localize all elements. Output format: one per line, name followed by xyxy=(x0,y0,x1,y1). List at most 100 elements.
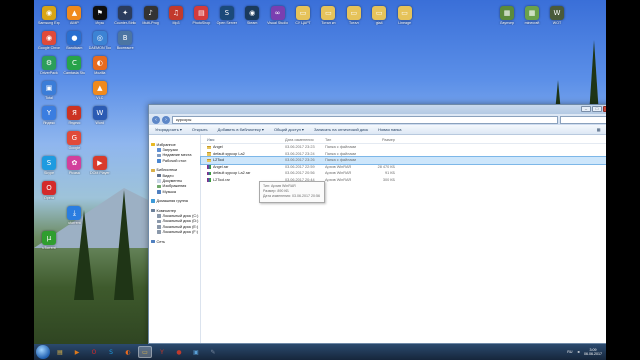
desktop-shortcut[interactable]: ▣ Total xyxy=(38,81,60,100)
desktop-shortcut[interactable]: ▭ СУ ЦАРТ xyxy=(292,6,314,25)
tool-icon[interactable]: ✎ xyxy=(206,346,220,358)
firefox-icon[interactable]: ◐ xyxy=(121,346,135,358)
system-tray: RU ◄ 3:09 06.06.2017 xyxy=(567,348,606,357)
archive-icon xyxy=(207,178,211,182)
desktop-shortcut[interactable]: ∞ Visual Studio xyxy=(267,6,289,25)
desktop-shortcut[interactable]: W WOT xyxy=(546,6,568,25)
desktop-shortcut[interactable]: G Google xyxy=(63,131,85,150)
column-name[interactable]: Имя xyxy=(201,138,285,142)
desktop-shortcut[interactable]: ♫ Mp3 xyxy=(165,6,187,25)
tree-shape xyxy=(114,190,134,300)
desktop-shortcut[interactable]: ◐ Mozilla xyxy=(89,56,111,75)
folder-icon: ▭ xyxy=(397,6,412,20)
desktop-shortcut[interactable]: ♪ Multi-Prog xyxy=(140,6,162,25)
desktop-shortcut-label: Open Server xyxy=(216,21,237,25)
desktop-shortcut[interactable]: S Open Server xyxy=(216,6,238,25)
folder-icon: ▣ xyxy=(42,81,56,95)
start-button[interactable] xyxy=(36,345,50,359)
forward-button[interactable]: › xyxy=(162,115,170,124)
add-to-library-button[interactable]: Добавить в библиотеку ▾ xyxy=(218,127,264,132)
desktop-shortcut-label: Mp3 xyxy=(172,21,180,25)
desktop-shortcut[interactable]: ▶ DOM Player xyxy=(89,156,111,175)
desktop-shortcut-label: Вконтакте xyxy=(116,46,134,50)
image-icon[interactable]: ▣ xyxy=(189,346,203,358)
computer-icon xyxy=(151,208,155,213)
organize-button[interactable]: Упорядочить ▾ xyxy=(155,127,182,132)
desktop-shortcut-label: Lineage xyxy=(398,21,411,25)
volume-icon[interactable]: ◄ xyxy=(576,350,580,354)
window-titlebar[interactable]: – □ ✕ xyxy=(149,105,606,114)
desktop-shortcut[interactable]: ⚙ DriverPack xyxy=(38,56,60,75)
explorer-window[interactable]: – □ ✕ ‹ › курсоры Упорядочить ▾ Открыть … xyxy=(148,104,606,344)
skype-icon[interactable]: S xyxy=(104,346,118,358)
google-icon: G xyxy=(67,131,82,145)
search-input[interactable] xyxy=(560,115,606,124)
opera-icon[interactable]: O xyxy=(87,346,101,358)
desktop-shortcut[interactable]: Y Яндекс xyxy=(38,106,60,125)
yandex-icon[interactable]: Y xyxy=(155,346,169,358)
folder-icon xyxy=(207,158,211,162)
desktop-shortcut[interactable]: µ uTorrent xyxy=(38,231,60,250)
desktop-shortcut[interactable]: ▭ gta4 xyxy=(368,6,390,25)
desktop-shortcut[interactable]: ✿ Picasa xyxy=(63,156,85,175)
address-path: курсоры xyxy=(176,117,192,122)
open-button[interactable]: Открыть xyxy=(192,127,208,132)
desktop-shortcut[interactable]: ▭ Тотал кн xyxy=(317,6,339,25)
burn-button[interactable]: Записать на оптический диск xyxy=(314,127,368,132)
column-date[interactable]: Дата изменения xyxy=(285,138,325,142)
vs-icon: ∞ xyxy=(270,6,285,20)
desktop-shortcut[interactable]: ◉Google Chrome xyxy=(38,31,60,50)
desktop-shortcut[interactable]: ✦ Counter-Strike xyxy=(114,6,136,25)
file-date: 03.06.2017 23:23 xyxy=(285,145,315,150)
desktop-shortcut[interactable]: Я Яндекс xyxy=(63,106,85,125)
desktop-shortcut[interactable]: В Вконтакте xyxy=(114,31,136,50)
desktop-shortcut[interactable]: ⚑ Игры xyxy=(89,6,111,25)
desktop-shortcut[interactable]: ◉Samsung Experience xyxy=(38,6,60,25)
desktop-shortcut[interactable]: O Opera xyxy=(38,181,60,200)
column-type[interactable]: Тип xyxy=(325,138,365,142)
new-folder-button[interactable]: Новая папка xyxy=(378,127,401,132)
desktop-shortcut[interactable]: ▭ Lineage xyxy=(394,6,416,25)
desktop-shortcut[interactable]: ⤓ utorrent xyxy=(63,206,85,225)
share-button[interactable]: Общий доступ ▾ xyxy=(274,127,304,132)
desktop-shortcut[interactable]: W Word xyxy=(89,106,111,125)
explorer-icon[interactable]: ▤ xyxy=(53,346,67,358)
language-indicator[interactable]: RU xyxy=(567,350,572,354)
desktop-shortcut-label: Яндекс xyxy=(68,121,81,125)
drive-icon xyxy=(157,230,161,234)
close-button[interactable]: ✕ xyxy=(603,106,606,112)
folder-icon[interactable]: ▭ xyxy=(138,346,152,358)
desktop-shortcut[interactable]: ▦ Лаунчер xyxy=(496,6,518,25)
mp3-icon: ♫ xyxy=(169,6,183,20)
address-field[interactable]: курсоры xyxy=(172,115,558,124)
mouse-cursor xyxy=(251,175,254,180)
desktop-shortcut[interactable]: ● Bandicam xyxy=(63,31,85,50)
desktop-shortcut[interactable]: ▭ Тотал xyxy=(343,6,365,25)
maximize-button[interactable]: □ xyxy=(592,106,602,112)
record-icon[interactable]: ● xyxy=(172,346,186,358)
clock[interactable]: 3:09 06.06.2017 xyxy=(584,348,602,357)
desktop-shortcut[interactable]: ▲ VLC xyxy=(89,81,111,100)
desktop-shortcut[interactable]: ▤ PhotoShop xyxy=(190,6,212,25)
file-name: Angel.rar xyxy=(213,164,229,169)
view-options-icon[interactable]: ▦ xyxy=(597,127,601,132)
desktop-shortcut[interactable]: ◎DAEMON Tools xyxy=(89,31,111,50)
download-icon xyxy=(157,148,161,152)
desktop-shortcut-label: WOT xyxy=(552,21,562,25)
desktop-shortcut[interactable]: S Skype xyxy=(38,156,60,175)
back-button[interactable]: ‹ xyxy=(152,115,160,124)
file-size: 300 КБ xyxy=(382,177,395,182)
column-size[interactable]: Размер xyxy=(365,138,395,142)
star-icon xyxy=(151,142,155,147)
minimize-button[interactable]: – xyxy=(581,106,591,112)
mediaplayer-icon[interactable]: ▶ xyxy=(70,346,84,358)
desktop: ◉Samsung Experience ◉Google Chrome ⚙Driver… xyxy=(34,0,606,360)
desktop-shortcut[interactable]: ◉ Steam xyxy=(241,6,263,25)
nav-network[interactable]: Сеть xyxy=(149,239,200,244)
taskbar: ▤ ▶ O S ◐ ▭ Y ● ▣ ✎ RU ◄ 3:09 06.06.2017 xyxy=(34,344,606,360)
desktop-shortcut-label: Яндекс xyxy=(42,121,56,125)
desktop-shortcut[interactable]: CCamtasia Studio xyxy=(63,56,85,75)
desktop-shortcut[interactable]: ▦ minecraft xyxy=(521,6,543,25)
file-date: 03.06.2017 23:24 xyxy=(285,151,315,156)
desktop-shortcut[interactable]: ▲ AIMP xyxy=(63,6,85,25)
